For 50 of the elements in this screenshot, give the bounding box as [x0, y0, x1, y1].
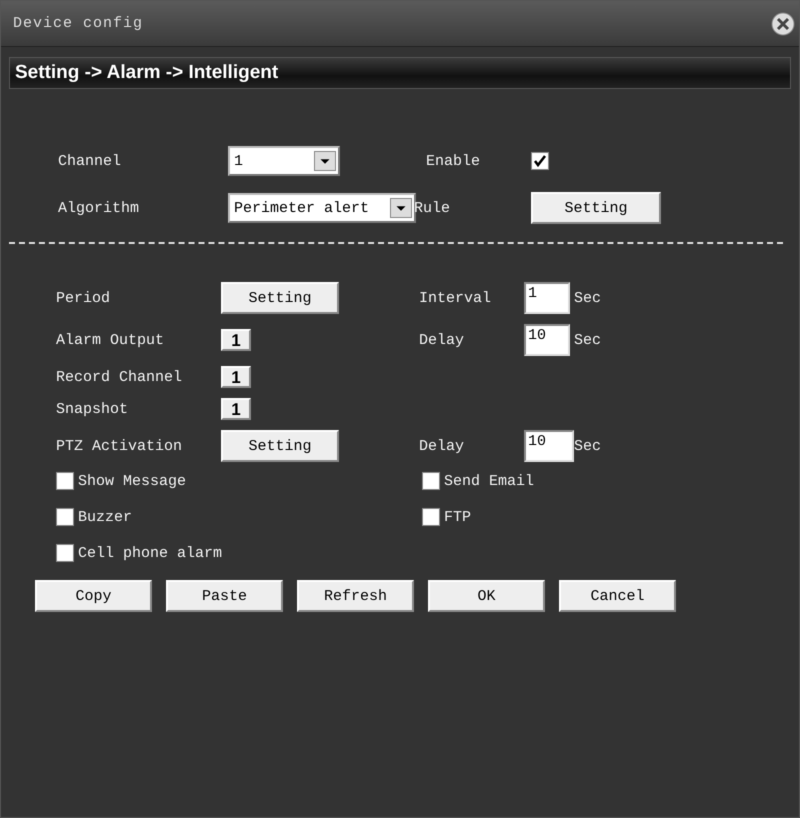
channel-toggle[interactable]: 1 — [221, 329, 251, 351]
checkbox-label: Cell phone alarm — [78, 544, 222, 562]
field-label: PTZ Activation — [56, 438, 184, 454]
checkbox-label: FTP — [444, 508, 472, 526]
checkbox[interactable] — [422, 508, 440, 526]
checkbox[interactable] — [56, 508, 74, 526]
field-label: Algorithm — [58, 200, 140, 216]
setting-button[interactable]: Setting — [531, 192, 661, 224]
field-label: Interval — [419, 290, 492, 306]
dialog-button[interactable]: Paste — [166, 580, 283, 612]
channel-toggle[interactable]: 1 — [221, 366, 251, 388]
field-label: Enable — [426, 152, 482, 170]
unit-label: Sec — [574, 438, 602, 454]
breadcrumb-bar: Setting -> Alarm -> Intelligent — [9, 57, 791, 89]
window-title: Device config — [13, 15, 144, 32]
number-field[interactable]: 10 — [524, 324, 570, 356]
field-label: Delay — [419, 332, 466, 348]
close-icon[interactable] — [771, 12, 795, 36]
number-field[interactable]: 1 — [524, 282, 570, 314]
number-field[interactable]: 10 — [524, 430, 574, 462]
unit-label: Sec — [574, 332, 602, 348]
checkbox[interactable] — [56, 544, 74, 562]
dialog-button[interactable]: Cancel — [559, 580, 676, 612]
algorithm-dropdown[interactable]: Perimeter alert — [228, 193, 416, 223]
channel-dropdown[interactable]: 1 — [228, 146, 340, 176]
field-label: Delay — [419, 438, 466, 454]
checkbox-option[interactable]: Buzzer — [56, 508, 422, 526]
checkbox[interactable] — [422, 472, 440, 490]
field-label: Record Channel — [56, 368, 184, 386]
checkbox-label: Buzzer — [78, 508, 132, 526]
checkbox-option[interactable]: Show Message — [56, 472, 422, 490]
dialog-button[interactable]: Refresh — [297, 580, 414, 612]
field-label: Rule — [414, 200, 452, 216]
checkbox-option[interactable]: FTP — [422, 508, 791, 526]
channel-toggle[interactable]: 1 — [221, 398, 251, 420]
field-label: Alarm Output — [56, 332, 166, 348]
setting-button[interactable]: Setting — [221, 282, 339, 314]
dialog-button[interactable]: OK — [428, 580, 545, 612]
checkbox-option[interactable]: Cell phone alarm — [56, 544, 422, 562]
field-label: Period — [56, 290, 112, 306]
checkbox[interactable] — [531, 152, 549, 170]
unit-label: Sec — [574, 290, 602, 306]
checkbox[interactable] — [56, 472, 74, 490]
dialog-button[interactable]: Copy — [35, 580, 152, 612]
checkbox-option[interactable]: Send Email — [422, 472, 791, 490]
setting-button[interactable]: Setting — [221, 430, 339, 462]
checkbox-label: Send Email — [444, 472, 534, 490]
field-label: Channel — [58, 152, 122, 170]
checkbox-label: Show Message — [78, 472, 186, 490]
field-label: Snapshot — [56, 400, 130, 418]
